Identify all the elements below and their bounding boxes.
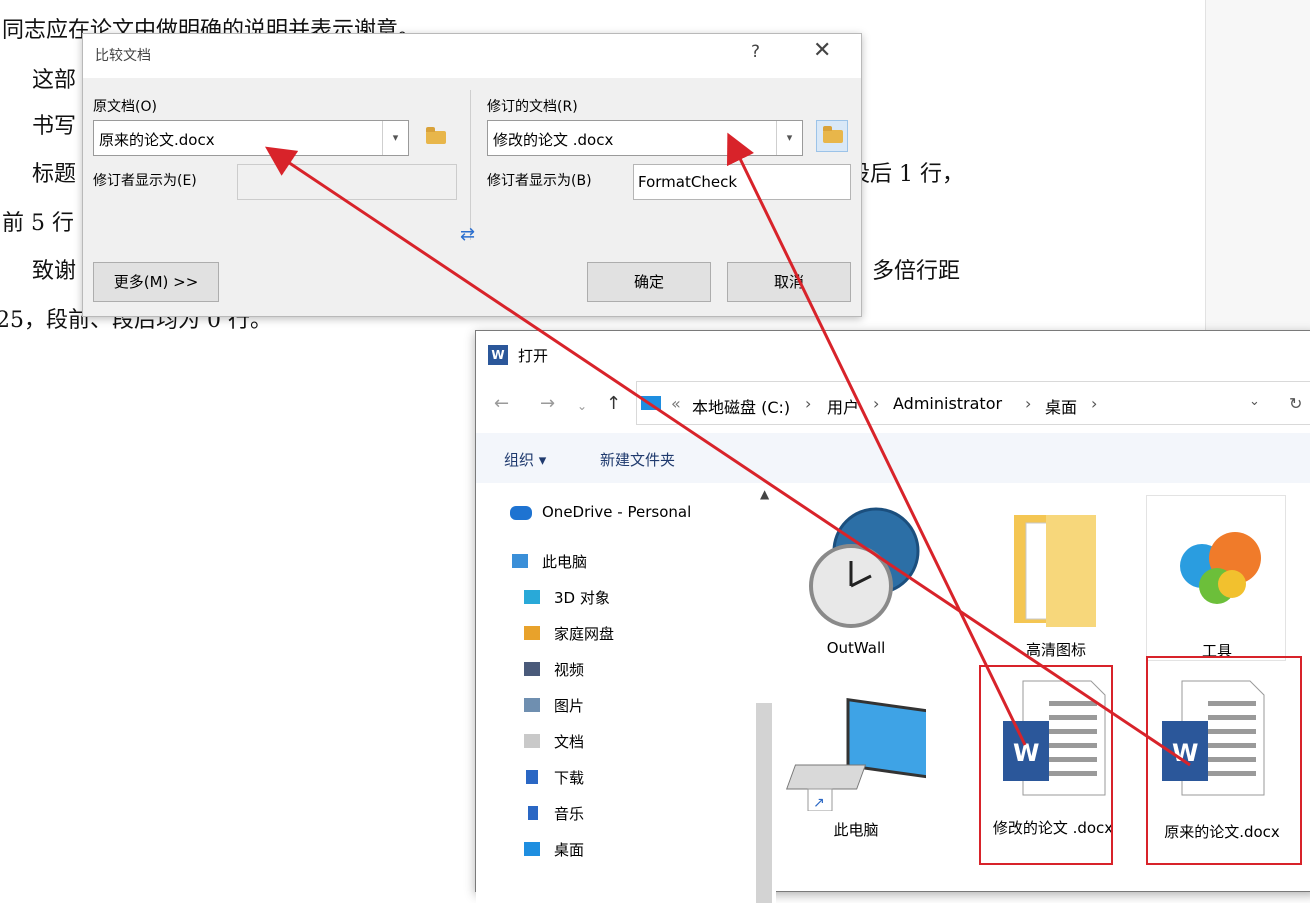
revised-author-label: 修订者显示为(B) (487, 173, 592, 189)
dialog-title: 比较文档 (95, 48, 151, 64)
browse-original-button[interactable] (420, 122, 452, 154)
close-icon[interactable]: ✕ (813, 40, 831, 62)
cancel-button[interactable]: 取消 (727, 262, 851, 302)
computer-icon: ↗ (786, 698, 940, 812)
doc-line-3: 书写 (32, 114, 77, 139)
breadcrumb-separator: › (873, 394, 880, 413)
download-arrow-icon (526, 770, 538, 784)
original-document-label: 原文档(O) (93, 99, 157, 115)
command-bar: 组织 ▾ 新建文件夹 (476, 433, 1310, 483)
breadcrumb-separator: › (1025, 394, 1032, 413)
breadcrumb-item[interactable]: 桌面 (1045, 394, 1077, 418)
scroll-thumb[interactable] (756, 703, 772, 903)
doc-line-5: 前 5 行 (2, 211, 74, 236)
column-divider (470, 90, 471, 240)
navigation-scrollbar[interactable]: ▲ (754, 483, 774, 903)
file-name: 此电脑 (833, 821, 879, 839)
folder-icon (426, 127, 446, 144)
document-side-panel (1205, 0, 1310, 330)
file-this-pc[interactable]: ↗ 此电脑 (786, 681, 940, 841)
new-folder-button[interactable]: 新建文件夹 (600, 449, 675, 470)
highlight-box-original (1146, 656, 1302, 865)
revised-document-combo[interactable]: 修改的论文 .docx ▾ (487, 120, 803, 156)
more-button[interactable]: 更多(M) >> (93, 262, 219, 302)
file-outwall[interactable]: OutWall (786, 501, 926, 661)
breadcrumb-item[interactable]: 用户 (827, 394, 859, 418)
revised-author-value: FormatCheck (638, 173, 738, 191)
file-tools[interactable]: 工具 (1146, 495, 1286, 661)
highlight-box-revised (979, 665, 1113, 865)
nav-item-label: 下载 (554, 769, 585, 787)
word-app-icon: W (488, 345, 508, 365)
recent-chevron-icon[interactable]: ⌄ (577, 399, 587, 413)
doc-line-2: 这部 (32, 68, 77, 93)
chevron-down-icon[interactable]: ⌄ (1249, 394, 1260, 409)
file-name: 高清图标 (1025, 641, 1086, 659)
breadcrumb-item[interactable]: 本地磁盘 (C:) (692, 394, 790, 418)
navigation-pane: OneDrive - Personal 此电脑 3D 对象 家庭网盘 视频 图片… (476, 483, 776, 903)
help-button[interactable]: ? (751, 42, 760, 62)
organize-menu[interactable]: 组织 ▾ (504, 449, 546, 470)
forward-arrow-icon[interactable]: → (540, 393, 555, 414)
open-file-dialog: W 打开 ← → ⌄ ↑ « 本地磁盘 (C:) › 用户 › Administ… (475, 330, 1310, 903)
svg-text:↗: ↗ (813, 795, 825, 811)
doc-line-4: 标题 (32, 162, 77, 187)
nav-item-label: 图片 (554, 697, 585, 715)
up-arrow-icon[interactable]: ↑ (606, 393, 621, 414)
picture-icon (524, 698, 540, 712)
nav-item-label: 家庭网盘 (554, 625, 615, 643)
breadcrumb-overflow[interactable]: « (671, 394, 681, 413)
original-document-value: 原来的论文.docx (99, 131, 215, 149)
file-hd-icons[interactable]: 高清图标 (986, 501, 1126, 661)
nav-item-label: OneDrive - Personal (542, 503, 692, 521)
chevron-down-icon[interactable]: ▾ (776, 121, 802, 155)
cloud-icon (510, 506, 532, 520)
download-cloud-icon (524, 626, 540, 640)
swap-documents-icon[interactable]: ⇄ (460, 224, 475, 245)
computer-icon (512, 554, 528, 568)
nav-item-label: 音乐 (554, 805, 585, 823)
doc-fragment-1: 设后 1 行， (848, 162, 964, 187)
doc-fragment-2: 多倍行距 (872, 259, 961, 284)
nav-item-label: 3D 对象 (554, 589, 610, 607)
original-author-field (237, 164, 457, 200)
folder-icon (1014, 515, 1096, 627)
revised-document-value: 修改的论文 .docx (493, 131, 614, 149)
refresh-icon[interactable]: ↻ (1289, 394, 1302, 413)
ok-button[interactable]: 确定 (587, 262, 711, 302)
cube-icon (524, 590, 540, 604)
nav-item-label: 文档 (554, 733, 585, 751)
desktop-icon (524, 842, 540, 856)
scroll-up-icon[interactable]: ▲ (760, 487, 769, 501)
back-arrow-icon[interactable]: ← (494, 393, 509, 414)
breadcrumb-separator: › (1091, 394, 1098, 413)
original-author-label: 修订者显示为(E) (93, 173, 197, 189)
address-bar[interactable]: « 本地磁盘 (C:) › 用户 › Administrator › 桌面 › … (636, 381, 1310, 425)
doc-line-6: 致谢 (32, 259, 77, 284)
compare-documents-dialog: 比较文档 ? ✕ 原文档(O) 原来的论文.docx ▾ 修订者显示为(E) 修… (82, 33, 862, 317)
breadcrumb-item[interactable]: Administrator (893, 394, 1002, 413)
dialog-titlebar (83, 34, 861, 78)
drive-icon (641, 396, 661, 410)
dialog-title: 打开 (518, 347, 549, 365)
music-note-icon (528, 806, 538, 820)
chevron-down-icon[interactable]: ▾ (382, 121, 408, 155)
original-document-combo[interactable]: 原来的论文.docx ▾ (93, 120, 409, 156)
film-icon (524, 662, 540, 676)
nav-item-label: 此电脑 (542, 553, 588, 571)
document-icon (524, 734, 540, 748)
revised-document-label: 修订的文档(R) (487, 99, 578, 115)
butterfly-icon (1180, 532, 1261, 604)
file-name: OutWall (826, 639, 886, 657)
nav-item-label: 视频 (554, 661, 585, 679)
folder-icon (823, 126, 843, 143)
nav-item-label: 桌面 (554, 841, 585, 859)
globe-clock-icon (809, 507, 920, 628)
breadcrumb-separator: › (805, 394, 812, 413)
browse-revised-button[interactable] (816, 120, 848, 152)
revised-author-field[interactable]: FormatCheck (633, 164, 851, 200)
